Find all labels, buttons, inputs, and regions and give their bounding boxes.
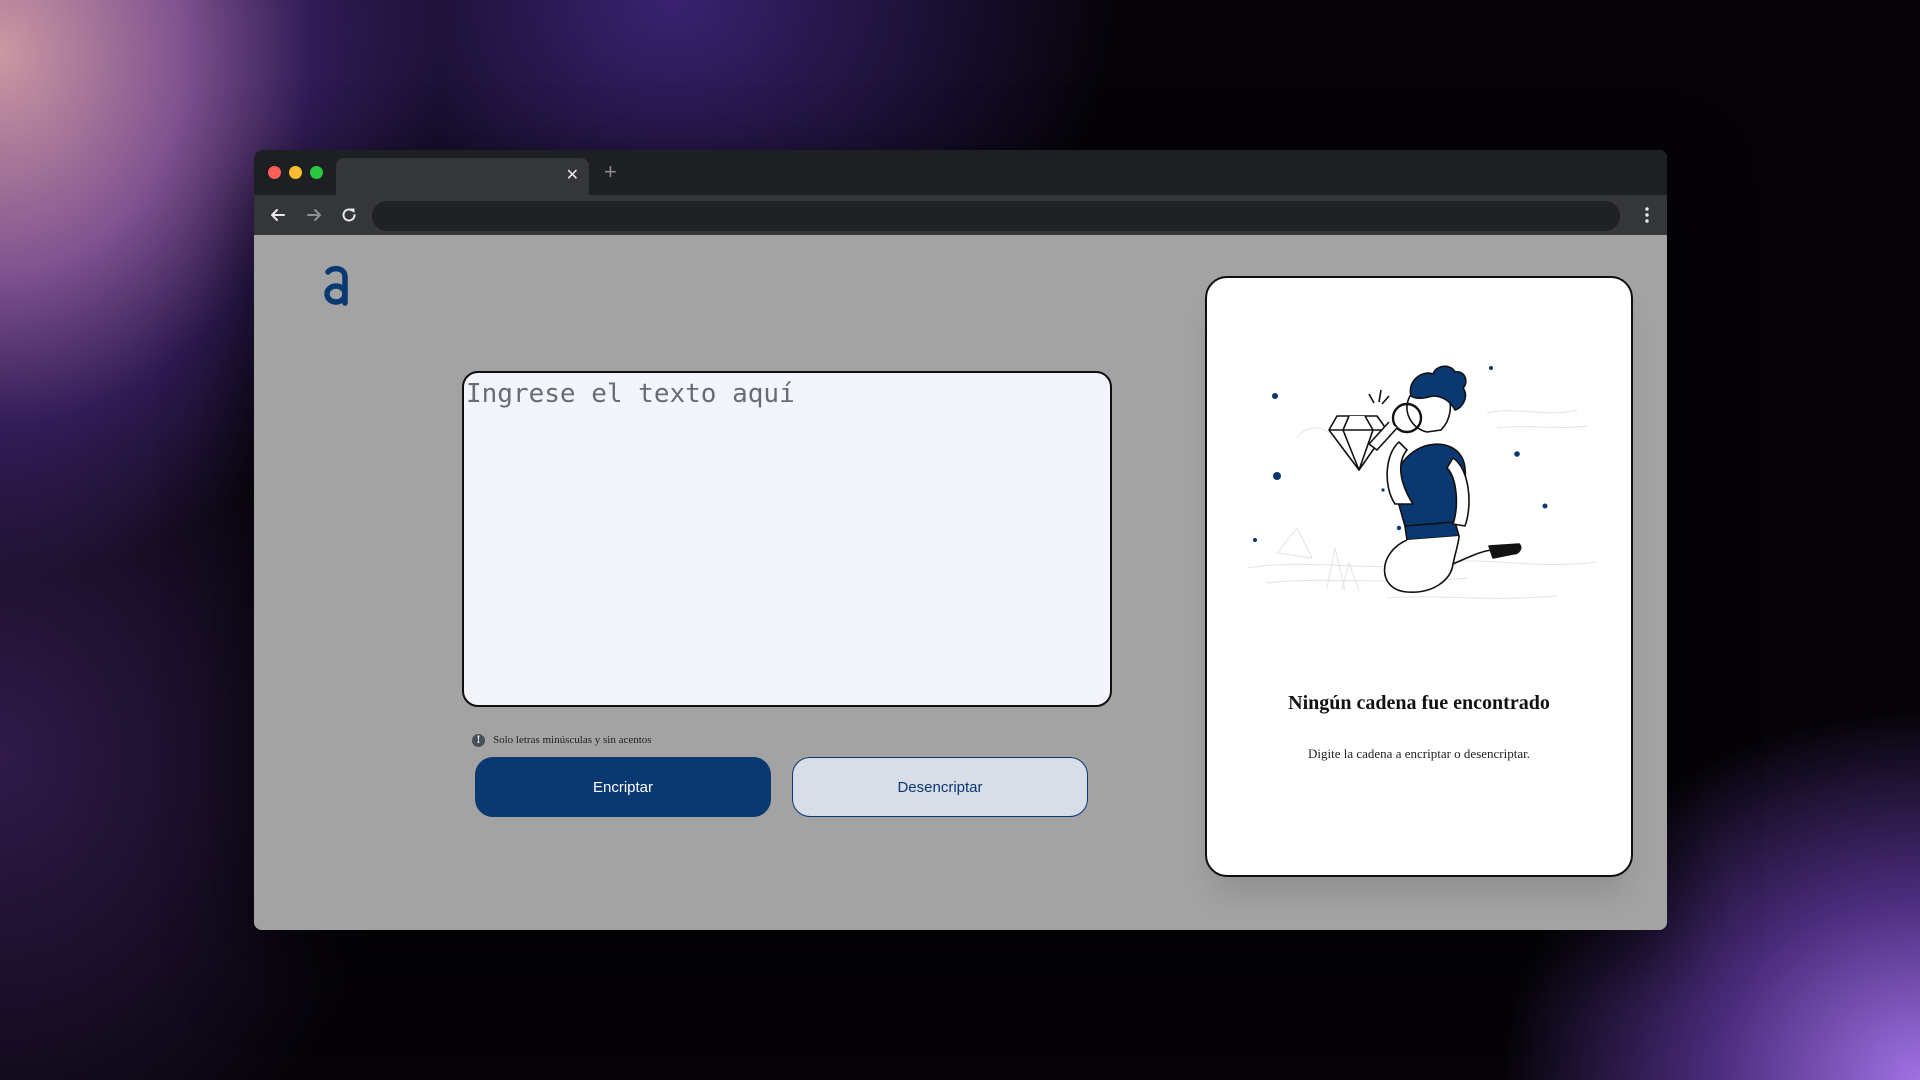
close-window-button[interactable] — [268, 166, 281, 179]
decrypt-button[interactable]: Desencriptar — [792, 757, 1088, 817]
address-bar[interactable] — [372, 201, 1620, 231]
browser-toolbar — [254, 195, 1667, 235]
output-panel: Ningún cadena fue encontrado Digite la c… — [1205, 276, 1633, 877]
magnifier-person-illustration — [1246, 365, 1598, 599]
tab-bar: ✕ + — [254, 150, 1667, 195]
info-icon: ! — [472, 733, 485, 747]
new-tab-icon[interactable]: + — [604, 161, 617, 183]
tab-close-icon[interactable]: ✕ — [566, 167, 579, 185]
arrow-left-icon[interactable] — [268, 205, 288, 225]
minimize-window-button[interactable] — [289, 166, 302, 179]
maximize-window-button[interactable] — [310, 166, 323, 179]
browser-window: ✕ + a ! Solo letras minúscula — [254, 150, 1667, 930]
input-hint: ! Solo letras minúsculas y sin acentos — [472, 732, 652, 748]
kebab-menu-icon[interactable] — [1645, 207, 1649, 223]
output-title: Ningún cadena fue encontrado — [1288, 692, 1550, 714]
output-subtitle: Digite la cadena a encriptar o desencrip… — [1308, 746, 1530, 761]
hint-text: Solo letras minúsculas y sin acentos — [493, 734, 652, 746]
encrypt-button[interactable]: Encriptar — [475, 757, 771, 817]
active-tab[interactable]: ✕ — [336, 158, 589, 195]
reload-icon[interactable] — [339, 205, 359, 225]
text-input[interactable] — [462, 371, 1112, 707]
arrow-right-icon[interactable] — [304, 205, 324, 225]
logo: a — [324, 265, 348, 306]
page-content: a ! Solo letras minúsculas y sin acentos… — [254, 235, 1667, 930]
